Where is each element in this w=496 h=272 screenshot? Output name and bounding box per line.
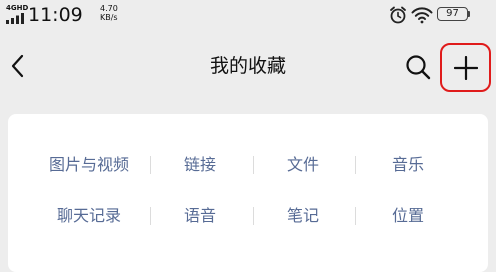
category-location[interactable]: 位置 [353, 205, 463, 227]
network-indicator: 4GHD [6, 4, 28, 24]
back-icon[interactable] [8, 53, 28, 79]
network-speed: 4.70 KB/s [100, 4, 130, 22]
category-notes[interactable]: 笔记 [248, 205, 358, 227]
nav-bar: 我的收藏 [0, 40, 496, 92]
battery-cap [468, 11, 470, 17]
category-photos-videos[interactable]: 图片与视频 [34, 154, 144, 176]
category-chat-history[interactable]: 聊天记录 [34, 205, 144, 227]
plus-icon [454, 56, 478, 80]
network-speed-unit: KB/s [100, 13, 118, 22]
wifi-icon [411, 7, 433, 24]
search-icon[interactable] [405, 54, 431, 80]
alarm-icon [390, 6, 406, 24]
category-card: 图片与视频 链接 文件 音乐 聊天记录 语音 笔记 位置 [8, 114, 488, 272]
battery-level: 97 [437, 7, 468, 21]
signal-icon [6, 13, 24, 24]
category-music[interactable]: 音乐 [353, 154, 463, 176]
battery-icon: 97 [437, 7, 472, 23]
status-bar: 4GHD 11:09 4.70 KB/s 97 [0, 0, 496, 32]
category-links[interactable]: 链接 [145, 154, 255, 176]
favorites-page: 4GHD 11:09 4.70 KB/s 97 我的收藏 图片与视频 链接 文件… [0, 0, 496, 272]
category-voice[interactable]: 语音 [145, 205, 255, 227]
add-button[interactable] [440, 43, 491, 92]
network-speed-value: 4.70 [100, 4, 118, 13]
status-time: 11:09 [28, 4, 83, 26]
page-title: 我的收藏 [209, 55, 286, 77]
network-type: 4GHD [6, 4, 29, 12]
category-files[interactable]: 文件 [248, 154, 358, 176]
